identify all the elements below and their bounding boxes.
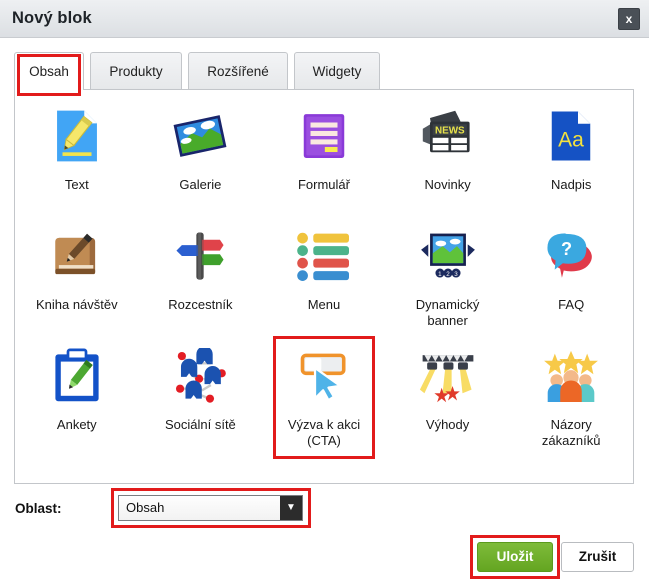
block-item-label: Názory zákazníků — [541, 417, 601, 448]
tab-roz-en-[interactable]: Rozšířené — [188, 52, 288, 90]
block-item-label: Dynamický banner — [415, 297, 480, 328]
svg-text:?: ? — [561, 239, 572, 259]
signpost-icon — [168, 224, 232, 288]
svg-text:Aa: Aa — [558, 129, 584, 152]
block-item-label: Výhody — [425, 417, 470, 432]
chevron-down-icon[interactable]: ▼ — [280, 496, 302, 520]
image-gallery-icon — [168, 104, 232, 168]
svg-text:1: 1 — [438, 271, 442, 278]
close-icon[interactable]: x — [618, 8, 640, 30]
svg-text:2: 2 — [446, 271, 450, 278]
block-item-socialni-site[interactable]: Sociální sítě — [139, 340, 263, 470]
block-item-vyzva-k-akci-cta[interactable]: Výzva k akci (CTA) — [262, 336, 386, 470]
block-item-label: Ankety — [56, 417, 97, 432]
block-item-label: Menu — [307, 297, 341, 312]
area-label: Oblast: — [15, 501, 62, 516]
dialog-titlebar: Nový blok x — [0, 0, 649, 38]
block-item-nazory-zakazniku[interactable]: Názory zákazníků — [509, 340, 633, 470]
block-item-label: Kniha návštěv — [35, 297, 118, 312]
block-item-vyhody[interactable]: Výhody — [386, 340, 510, 470]
customer-reviews-stars-icon — [539, 344, 603, 408]
heading-aa-icon: Aa — [539, 104, 603, 168]
cancel-button[interactable]: Zrušit — [561, 542, 634, 572]
block-item-label: Sociální sítě — [164, 417, 236, 432]
block-item-galerie[interactable]: Galerie — [139, 100, 263, 220]
tab-produkty[interactable]: Produkty — [90, 52, 182, 90]
block-item-label: Nadpis — [550, 177, 592, 192]
block-item-label: Výzva k akci (CTA) — [287, 417, 361, 448]
block-item-label: FAQ — [558, 297, 585, 312]
spotlight-benefits-icon — [416, 344, 480, 408]
block-item-label: Novinky — [424, 177, 471, 192]
block-panel: Text Galerie Formulář NEWS Novinky Aa Na… — [14, 89, 634, 484]
block-item-label: Rozcestník — [168, 297, 233, 312]
block-grid: Text Galerie Formulář NEWS Novinky Aa Na… — [15, 90, 633, 483]
dynamic-banner-icon: 1 2 3 — [416, 224, 480, 288]
cta-cursor-button-icon — [292, 344, 356, 408]
list-menu-icon — [292, 224, 356, 288]
svg-text:3: 3 — [454, 271, 458, 278]
block-item-label: Formulář — [297, 177, 350, 192]
block-item-label: Text — [64, 177, 89, 192]
page-title: Nový blok — [12, 9, 92, 27]
tab-obsah[interactable]: Obsah — [14, 52, 84, 90]
block-item-faq[interactable]: ? FAQ — [509, 220, 633, 340]
block-item-nadpis[interactable]: Aa Nadpis — [509, 100, 633, 220]
faq-speech-bubbles-icon: ? — [539, 224, 603, 288]
poll-clipboard-icon — [45, 344, 109, 408]
block-item-formular[interactable]: Formulář — [262, 100, 386, 220]
form-icon — [292, 104, 356, 168]
guestbook-icon — [45, 224, 109, 288]
save-button[interactable]: Uložit — [477, 542, 553, 572]
document-pencil-icon — [45, 104, 109, 168]
block-item-text[interactable]: Text — [15, 100, 139, 220]
social-network-icon — [168, 344, 232, 408]
block-item-rozcestnik[interactable]: Rozcestník — [139, 220, 263, 340]
block-item-menu[interactable]: Menu — [262, 220, 386, 340]
tabstrip: Obsah Produkty Rozšířené Widgety — [0, 52, 649, 96]
news-icon: NEWS — [416, 104, 480, 168]
tab-widgety[interactable]: Widgety — [294, 52, 380, 90]
block-item-dynamicky-banner[interactable]: 1 2 3 Dynamický banner — [386, 220, 510, 340]
area-select[interactable]: Obsah — [118, 495, 303, 521]
area-select-wrap: Obsah ▼ — [118, 495, 303, 521]
block-item-ankety[interactable]: Ankety — [15, 340, 139, 470]
dialog-footer: Oblast: Obsah ▼ Uložit Zrušit — [0, 484, 649, 582]
svg-text:NEWS: NEWS — [435, 125, 465, 136]
block-item-kniha-navstev[interactable]: Kniha návštěv — [15, 220, 139, 340]
block-item-novinky[interactable]: NEWS Novinky — [386, 100, 510, 220]
block-item-label: Galerie — [179, 177, 222, 192]
